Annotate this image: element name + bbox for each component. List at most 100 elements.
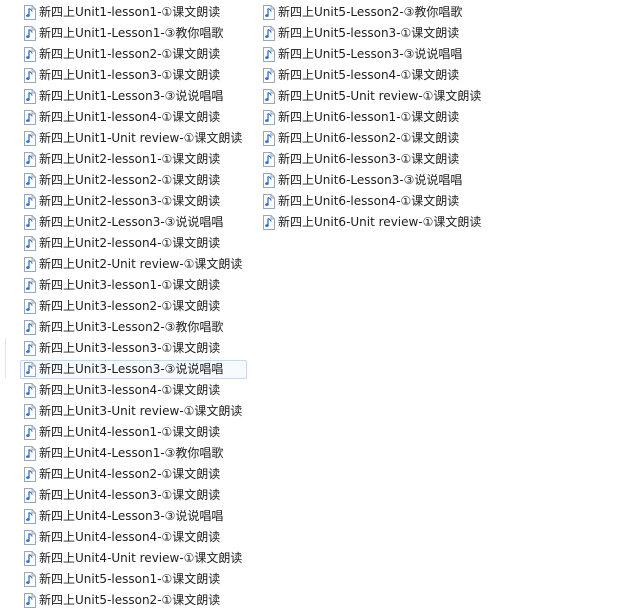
audio-file-icon (263, 89, 275, 104)
audio-file-icon (263, 194, 275, 209)
file-name: 新四上Unit3-Lesson2-③教你唱歌 (39, 320, 224, 334)
audio-file-icon (24, 425, 36, 440)
file-name: 新四上Unit6-lesson3-①课文朗读 (278, 152, 460, 166)
file-column-2: 新四上Unit5-Lesson2-③教你唱歌 新四上Unit5-lesson3-①… (259, 3, 486, 234)
file-name: 新四上Unit6-lesson1-①课文朗读 (278, 110, 460, 124)
audio-file-icon (263, 110, 275, 125)
file-name: 新四上Unit1-lesson3-①课文朗读 (39, 68, 221, 82)
audio-file-icon (263, 131, 275, 146)
audio-file-icon (24, 299, 36, 314)
audio-file-icon (24, 467, 36, 482)
file-name: 新四上Unit3-lesson2-①课文朗读 (39, 299, 221, 313)
audio-file-icon (24, 530, 36, 545)
audio-file-icon (24, 173, 36, 188)
audio-file-icon (24, 131, 36, 146)
file-name: 新四上Unit3-Unit review-①课文朗读 (39, 404, 243, 418)
file-name: 新四上Unit5-Lesson3-③说说唱唱 (278, 47, 463, 61)
file-name: 新四上Unit1-lesson2-①课文朗读 (39, 47, 221, 61)
file-item[interactable]: 新四上Unit4-Lesson3-③说说唱唱 (20, 507, 247, 526)
file-name: 新四上Unit2-Unit review-①课文朗读 (39, 257, 243, 271)
audio-file-icon (24, 26, 36, 41)
file-name: 新四上Unit5-Lesson2-③教你唱歌 (278, 5, 463, 19)
file-name: 新四上Unit5-lesson2-①课文朗读 (39, 593, 221, 607)
file-name: 新四上Unit5-lesson1-①课文朗读 (39, 572, 221, 586)
file-name: 新四上Unit4-lesson3-①课文朗读 (39, 488, 221, 502)
file-name: 新四上Unit5-Unit review-①课文朗读 (278, 89, 482, 103)
file-item[interactable]: 新四上Unit5-Unit review-①课文朗读 (259, 87, 486, 106)
file-item[interactable]: 新四上Unit3-lesson2-①课文朗读 (20, 297, 247, 316)
file-name: 新四上Unit4-Unit review-①课文朗读 (39, 551, 243, 565)
file-item[interactable]: 新四上Unit5-lesson3-①课文朗读 (259, 24, 486, 43)
file-item[interactable]: 新四上Unit3-Lesson3-③说说唱唱 (20, 360, 248, 379)
file-item[interactable]: 新四上Unit5-lesson4-①课文朗读 (259, 66, 486, 85)
file-name: 新四上Unit4-lesson4-①课文朗读 (39, 530, 221, 544)
audio-file-icon (24, 194, 36, 209)
file-name: 新四上Unit2-lesson2-①课文朗读 (39, 173, 221, 187)
file-item[interactable]: 新四上Unit1-Unit review-①课文朗读 (20, 129, 247, 148)
file-name: 新四上Unit5-lesson3-①课文朗读 (278, 26, 460, 40)
file-item[interactable]: 新四上Unit5-Lesson3-③说说唱唱 (259, 45, 486, 64)
file-item[interactable]: 新四上Unit5-lesson2-①课文朗读 (20, 591, 247, 608)
edge-notch (0, 338, 6, 378)
file-item[interactable]: 新四上Unit1-lesson1-①课文朗读 (20, 3, 247, 22)
file-column-1: 新四上Unit1-lesson1-①课文朗读新四上Unit1-Lesson1-③… (20, 3, 248, 608)
file-item[interactable]: 新四上Unit3-lesson1-①课文朗读 (20, 276, 247, 295)
file-item[interactable]: 新四上Unit4-lesson4-①课文朗读 (20, 528, 247, 547)
file-name: 新四上Unit1-lesson4-①课文朗读 (39, 110, 221, 124)
file-item[interactable]: 新四上Unit3-lesson4-①课文朗读 (20, 381, 247, 400)
file-item[interactable]: 新四上Unit4-lesson2-①课文朗读 (20, 465, 247, 484)
file-item[interactable]: 新四上Unit3-lesson3-①课文朗读 (20, 339, 247, 358)
audio-file-icon (24, 278, 36, 293)
file-item[interactable]: 新四上Unit1-Lesson3-③说说唱唱 (20, 87, 247, 106)
audio-file-icon (24, 47, 36, 62)
file-item[interactable]: 新四上Unit2-lesson1-①课文朗读 (20, 150, 247, 169)
audio-file-icon (24, 341, 36, 356)
audio-file-icon (24, 593, 36, 608)
audio-file-icon (24, 89, 36, 104)
file-name: 新四上Unit2-lesson3-①课文朗读 (39, 194, 221, 208)
file-item[interactable]: 新四上Unit1-Lesson1-③教你唱歌 (20, 24, 247, 43)
file-item[interactable]: 新四上Unit6-lesson2-①课文朗读 (259, 129, 486, 148)
file-name: 新四上Unit4-Lesson1-③教你唱歌 (39, 446, 224, 460)
file-name: 新四上Unit1-lesson1-①课文朗读 (39, 5, 221, 19)
file-item[interactable]: 新四上Unit6-lesson3-①课文朗读 (259, 150, 486, 169)
file-item[interactable]: 新四上Unit3-Lesson2-③教你唱歌 (20, 318, 247, 337)
file-item[interactable]: 新四上Unit6-Lesson3-③说说唱唱 (259, 171, 486, 190)
file-item[interactable]: 新四上Unit2-lesson2-①课文朗读 (20, 171, 247, 190)
audio-file-icon (24, 236, 36, 251)
file-item[interactable]: 新四上Unit3-Unit review-①课文朗读 (20, 402, 247, 421)
file-item[interactable]: 新四上Unit2-Unit review-①课文朗读 (20, 255, 247, 274)
file-name: 新四上Unit2-Lesson3-③说说唱唱 (39, 215, 224, 229)
audio-file-icon (263, 26, 275, 41)
file-item[interactable]: 新四上Unit2-lesson4-①课文朗读 (20, 234, 247, 253)
audio-file-icon (263, 5, 275, 20)
file-item[interactable]: 新四上Unit5-lesson1-①课文朗读 (20, 570, 247, 589)
file-item[interactable]: 新四上Unit4-lesson1-①课文朗读 (20, 423, 247, 442)
file-name: 新四上Unit6-Lesson3-③说说唱唱 (278, 173, 463, 187)
file-item[interactable]: 新四上Unit1-lesson2-①课文朗读 (20, 45, 247, 64)
file-name: 新四上Unit4-lesson1-①课文朗读 (39, 425, 221, 439)
file-item[interactable]: 新四上Unit2-lesson3-①课文朗读 (20, 192, 247, 211)
file-item[interactable]: 新四上Unit6-lesson1-①课文朗读 (259, 108, 486, 127)
file-item[interactable]: 新四上Unit4-lesson3-①课文朗读 (20, 486, 247, 505)
audio-file-icon (263, 68, 275, 83)
file-name: 新四上Unit6-lesson2-①课文朗读 (278, 131, 460, 145)
audio-file-icon (24, 551, 36, 566)
file-name: 新四上Unit5-lesson4-①课文朗读 (278, 68, 460, 82)
file-name: 新四上Unit6-Unit review-①课文朗读 (278, 215, 482, 229)
audio-file-icon (24, 152, 36, 167)
audio-file-icon (24, 215, 36, 230)
file-item[interactable]: 新四上Unit5-Lesson2-③教你唱歌 (259, 3, 486, 22)
file-item[interactable]: 新四上Unit4-Lesson1-③教你唱歌 (20, 444, 247, 463)
file-item[interactable]: 新四上Unit4-Unit review-①课文朗读 (20, 549, 247, 568)
file-item[interactable]: 新四上Unit6-Unit review-①课文朗读 (259, 213, 486, 232)
file-name: 新四上Unit6-lesson4-①课文朗读 (278, 194, 460, 208)
file-item[interactable]: 新四上Unit2-Lesson3-③说说唱唱 (20, 213, 247, 232)
file-item[interactable]: 新四上Unit6-lesson4-①课文朗读 (259, 192, 486, 211)
file-name: 新四上Unit4-lesson2-①课文朗读 (39, 467, 221, 481)
file-item[interactable]: 新四上Unit1-lesson3-①课文朗读 (20, 66, 247, 85)
file-name: 新四上Unit2-lesson1-①课文朗读 (39, 152, 221, 166)
audio-file-icon (24, 362, 36, 377)
file-item[interactable]: 新四上Unit1-lesson4-①课文朗读 (20, 108, 247, 127)
audio-file-icon (24, 383, 36, 398)
